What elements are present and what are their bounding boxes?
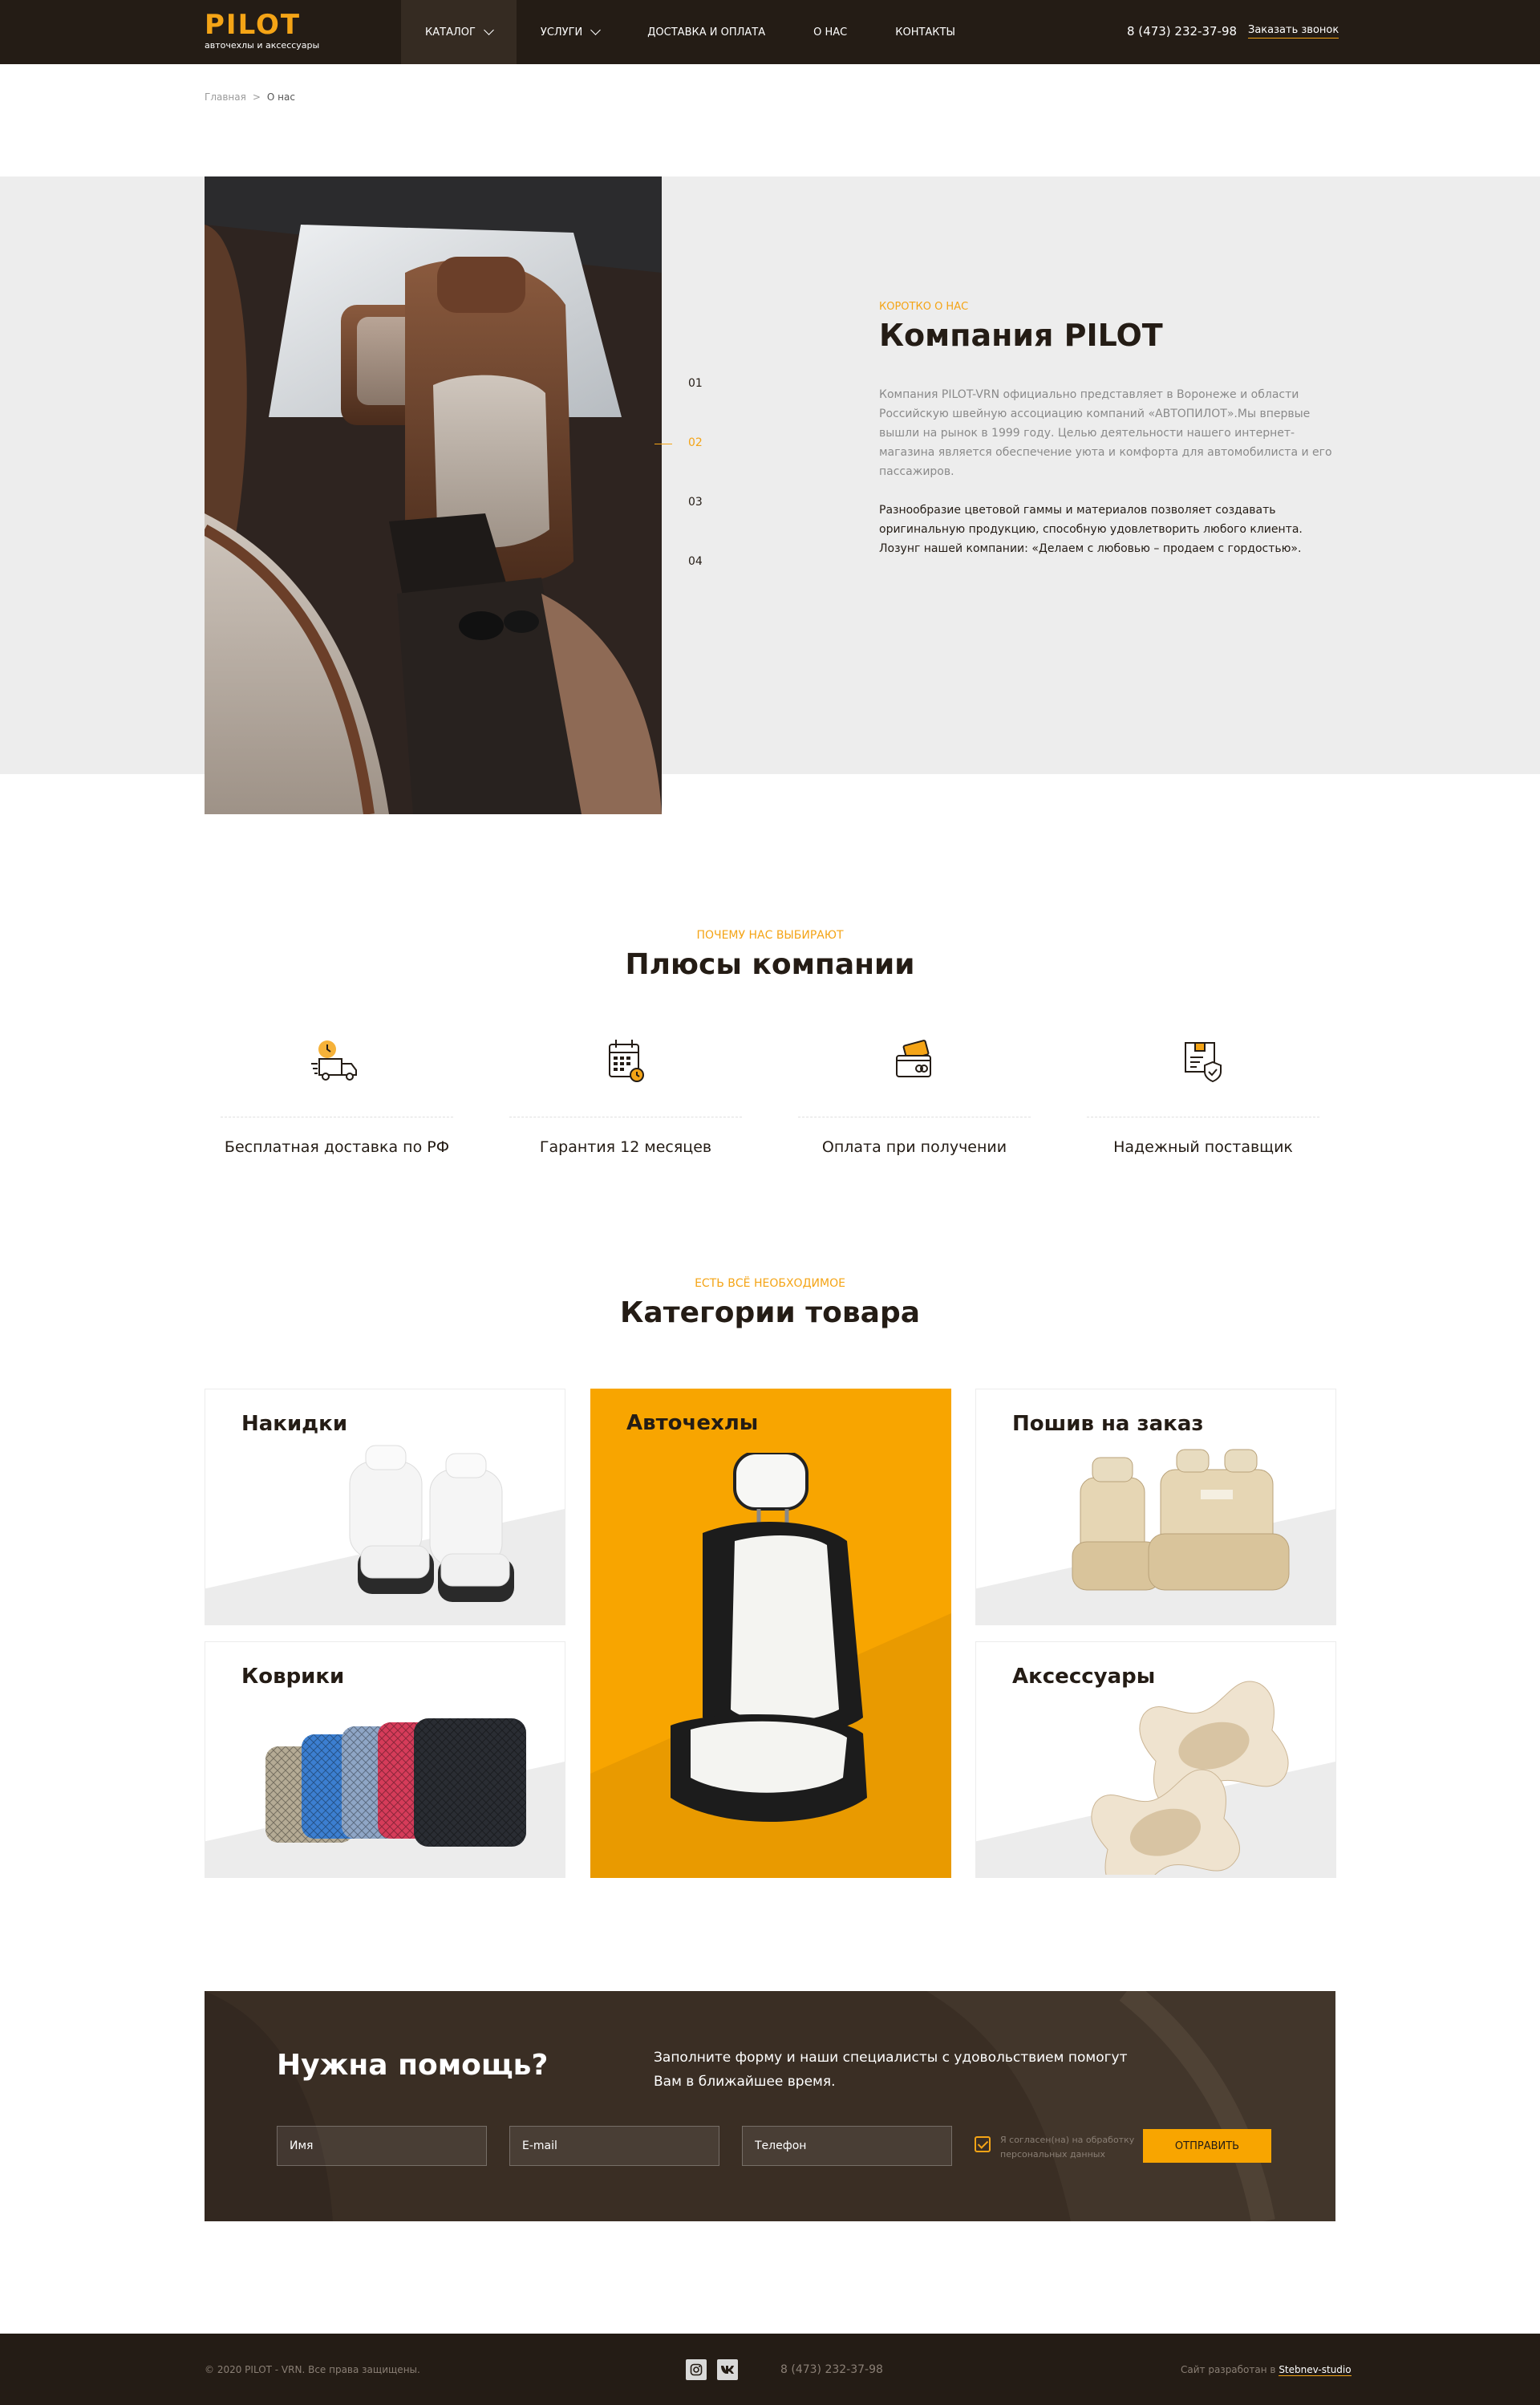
categories-heading: ЕСТЬ ВСЁ НЕОБХОДИМОЕ Категории товара [0, 1277, 1540, 1329]
nav-item-label: ДОСТАВКА И ОПЛАТА [647, 26, 766, 39]
category-title: Накидки [241, 1412, 348, 1436]
header-phone[interactable]: 8 (473) 232-37-98 [1127, 24, 1237, 39]
nav-item-catalog[interactable]: КАТАЛОГ [401, 0, 517, 64]
callback-link[interactable]: Заказать звонок [1248, 24, 1339, 39]
nav-item-services[interactable]: УСЛУГИ [517, 0, 623, 64]
feature-label: Оплата при получении [821, 1138, 1007, 1156]
category-card-mats[interactable]: Коврики [205, 1641, 565, 1878]
feature-item: Бесплатная доставка по РФ [205, 1035, 469, 1156]
breadcrumb-home[interactable]: Главная [205, 91, 246, 103]
chevron-down-icon [590, 24, 602, 35]
feature-item: Оплата при получении [782, 1035, 1047, 1156]
seat-covers-image [349, 1445, 514, 1602]
help-description: Заполните форму и наши специалисты с удо… [654, 2050, 1128, 2090]
developer-link[interactable]: Stebnev-studio [1279, 2364, 1352, 2376]
name-field[interactable] [277, 2126, 487, 2166]
consent-label: Я согласен(на) на обработку персональных… [1000, 2135, 1135, 2160]
nav-item-about[interactable]: О НАС [789, 0, 871, 64]
feature-item: Надежный поставщик [1071, 1035, 1335, 1156]
feature-label: Бесплатная доставка по РФ [224, 1138, 450, 1156]
nav-item-delivery[interactable]: ДОСТАВКА И ОПЛАТА [623, 0, 789, 64]
calendar-icon [609, 1040, 644, 1082]
submit-button[interactable]: ОТПРАВИТЬ [1143, 2129, 1271, 2163]
category-card-seat-covers[interactable]: Авточехлы [590, 1389, 951, 1878]
developer-credit: Сайт разработан в Stebnev-studio [1181, 2364, 1352, 2376]
features-heading: ПОЧЕМУ НАС ВЫБИРАЮТ Плюсы компании [0, 929, 1540, 981]
about-eyebrow: КОРОТКО О НАС [879, 301, 969, 313]
breadcrumb: Главная > О нас [205, 91, 295, 103]
vk-icon[interactable] [717, 2359, 738, 2380]
features-eyebrow: ПОЧЕМУ НАС ВЫБИРАЮТ [696, 929, 844, 942]
about-paragraph-1: Компания PILOT-VRN официально представля… [879, 388, 1332, 478]
category-title: Аксессуары [1012, 1665, 1156, 1689]
logo-subtitle: авточехлы и аксессуары [205, 40, 320, 51]
copyright: © 2020 PILOT - VRN. Все права защищены. [205, 2364, 420, 2375]
slide-dot-label: 02 [688, 436, 703, 449]
about-paragraph-2: Разнообразие цветовой гаммы и материалов… [879, 504, 1303, 555]
feature-label: Надежный поставщик [1113, 1138, 1293, 1156]
main-nav: КАТАЛОГ УСЛУГИ ДОСТАВКА И ОПЛАТА О НАС К… [401, 0, 979, 64]
footer-phone[interactable]: 8 (473) 232-37-98 [780, 2363, 883, 2376]
help-background-image [205, 1991, 1335, 2221]
developer-prefix: Сайт разработан в [1181, 2364, 1276, 2375]
logo-text: PILOT [205, 9, 302, 41]
custom-seats-image [1072, 1449, 1290, 1591]
site-header: PILOT авточехлы и аксессуары КАТАЛОГ УСЛ… [0, 0, 1540, 64]
nav-item-label: О НАС [813, 26, 848, 39]
car-mats-image [265, 1718, 526, 1847]
feature-label: Гарантия 12 месяцев [539, 1138, 712, 1156]
features-list: Бесплатная доставка по РФ Гарантия 12 ме… [205, 1035, 1335, 1156]
slide-dot-2[interactable]: 02 [654, 436, 703, 449]
about-title: Компания PILOT [879, 318, 1163, 353]
help-title: Нужна помощь? [277, 2049, 549, 2082]
nav-item-label: КОНТАКТЫ [895, 26, 955, 39]
neck-pillows-image [1091, 1681, 1289, 1875]
breadcrumb-current: О нас [266, 91, 295, 103]
verified-box-icon [1185, 1042, 1222, 1083]
seat-cover-image [671, 1453, 867, 1822]
category-title: Коврики [241, 1665, 345, 1689]
category-card-covers[interactable]: Накидки [205, 1389, 565, 1625]
email-field[interactable] [509, 2126, 719, 2166]
instagram-icon[interactable] [686, 2359, 707, 2380]
category-title: Пошив на заказ [1012, 1412, 1204, 1436]
features-title: Плюсы компании [625, 948, 915, 981]
delivery-truck-icon [311, 1040, 357, 1081]
car-interior-image [205, 176, 662, 814]
site-footer: © 2020 PILOT - VRN. Все права защищены. … [0, 2334, 1540, 2405]
slide-dot-1[interactable]: 01 [688, 377, 703, 390]
breadcrumb-separator: > [252, 91, 261, 103]
categories-title: Категории товара [619, 1296, 921, 1329]
nav-item-contacts[interactable]: КОНТАКТЫ [871, 0, 979, 64]
slide-dot-4[interactable]: 04 [688, 555, 703, 568]
about-text: КОРОТКО О НАС Компания PILOT Компания PI… [879, 301, 1336, 558]
consent-checkbox[interactable] [975, 2136, 991, 2152]
slide-dot-3[interactable]: 03 [688, 496, 703, 509]
feature-item: Гарантия 12 месяцев [493, 1035, 758, 1156]
logo[interactable]: PILOT авточехлы и аксессуары [205, 10, 319, 51]
category-title: Авточехлы [626, 1411, 759, 1435]
nav-item-label: КАТАЛОГ [425, 26, 476, 39]
payment-card-icon [896, 1040, 931, 1077]
category-card-accessories[interactable]: Аксессуары [975, 1641, 1336, 1878]
help-form-section: Нужна помощь? Заполните форму и наши спе… [205, 1991, 1335, 2221]
nav-item-label: УСЛУГИ [540, 26, 583, 39]
phone-field[interactable] [742, 2126, 952, 2166]
categories-eyebrow: ЕСТЬ ВСЁ НЕОБХОДИМОЕ [695, 1277, 845, 1290]
category-card-custom-sewing[interactable]: Пошив на заказ [975, 1389, 1336, 1625]
chevron-down-icon [484, 24, 494, 35]
